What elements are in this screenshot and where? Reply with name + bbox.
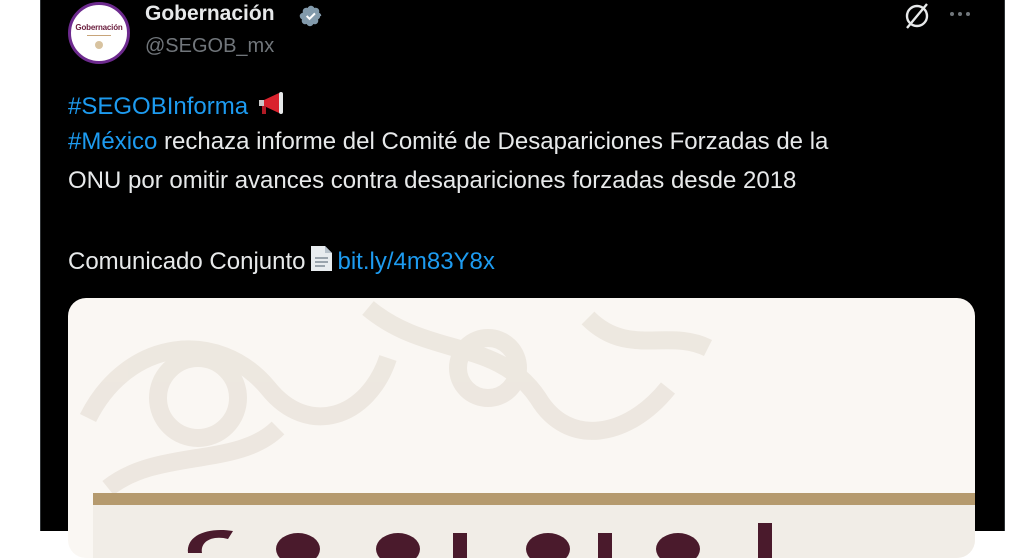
media-title-letters: [187, 523, 772, 558]
comunicado-label: Comunicado Conjunto: [68, 248, 306, 275]
tweet-link[interactable]: bit.ly/4m83Y8x: [337, 248, 494, 275]
timeline-border-left: [40, 0, 41, 531]
tweet-media-image[interactable]: [68, 298, 975, 558]
media-watermark-pattern: [79, 300, 713, 496]
megaphone-emoji: [258, 92, 283, 114]
avatar[interactable]: Gobernación: [68, 2, 130, 64]
tweet-line-5: Comunicado Conjunto bit.ly/4m83Y8x: [68, 244, 495, 276]
author-display-name[interactable]: Gobernación: [145, 2, 275, 26]
avatar-logo-line: [87, 35, 111, 36]
verified-badge-icon: [299, 5, 322, 27]
avatar-logo-text: Gobernación: [75, 23, 123, 32]
avatar-logo-mark: [95, 41, 103, 49]
tweet-line-2: #México rechaza informe del Comité de De…: [68, 128, 828, 156]
page-emoji: [311, 246, 333, 271]
tweet-line-3: ONU por omitir avances contra desaparici…: [68, 167, 797, 194]
author-handle[interactable]: @SEGOB_mx: [145, 35, 274, 58]
media-gold-band: [93, 493, 975, 505]
timeline-border-right: [1004, 0, 1005, 531]
hashtag-segobinforma[interactable]: #SEGOBInforma: [68, 93, 248, 120]
more-icon[interactable]: [946, 2, 974, 26]
tweet-line-1: #SEGOBInforma: [68, 89, 289, 121]
grok-icon[interactable]: [902, 1, 932, 31]
hashtag-mexico[interactable]: #México: [68, 128, 157, 155]
tweet-line-2-text: rechaza informe del Comité de Desaparici…: [157, 128, 829, 155]
